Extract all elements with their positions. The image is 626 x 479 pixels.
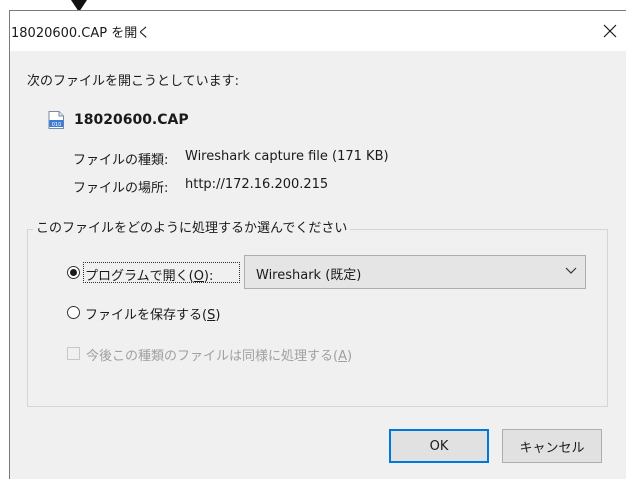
file-location-label: ファイルの場所: xyxy=(73,181,169,196)
program-select[interactable]: Wireshark (既定) xyxy=(244,255,586,289)
save-file-label[interactable]: ファイルを保存する(S) xyxy=(85,304,220,323)
close-icon xyxy=(603,24,617,38)
action-group-legend: このファイルをどのように処理するか選んでください xyxy=(33,217,351,236)
open-with-label[interactable]: プログラムで開く(O): xyxy=(85,265,213,284)
open-with-radio[interactable] xyxy=(67,266,80,279)
cancel-button[interactable]: キャンセル xyxy=(502,429,602,463)
capture-file-icon: 010 xyxy=(48,111,64,129)
screen: 18020600.CAP を開く 次のファイルを開こうとしています: 010 1… xyxy=(0,0,626,479)
save-file-radio[interactable] xyxy=(67,306,80,319)
title-bar: 18020600.CAP を開く xyxy=(10,11,626,51)
file-type-value: Wireshark capture file (171 KB) xyxy=(185,149,389,164)
chevron-down-icon xyxy=(565,267,577,274)
close-button[interactable] xyxy=(596,17,624,45)
svg-text:010: 010 xyxy=(52,122,62,128)
file-name: 18020600.CAP xyxy=(74,112,189,128)
intro-text: 次のファイルを開こうとしています: xyxy=(27,74,239,89)
remember-choice-checkbox[interactable] xyxy=(67,347,80,360)
file-location-value: http://172.16.200.215 xyxy=(185,177,329,192)
open-file-dialog: 18020600.CAP を開く 次のファイルを開こうとしています: 010 1… xyxy=(9,10,626,479)
remember-choice-label: 今後この種類のファイルは同様に処理する(A) xyxy=(86,349,353,364)
dialog-title: 18020600.CAP を開く xyxy=(11,26,151,41)
ok-button[interactable]: OK xyxy=(389,429,489,463)
file-type-label: ファイルの種類: xyxy=(73,153,169,168)
program-select-value: Wireshark (既定) xyxy=(256,268,362,283)
